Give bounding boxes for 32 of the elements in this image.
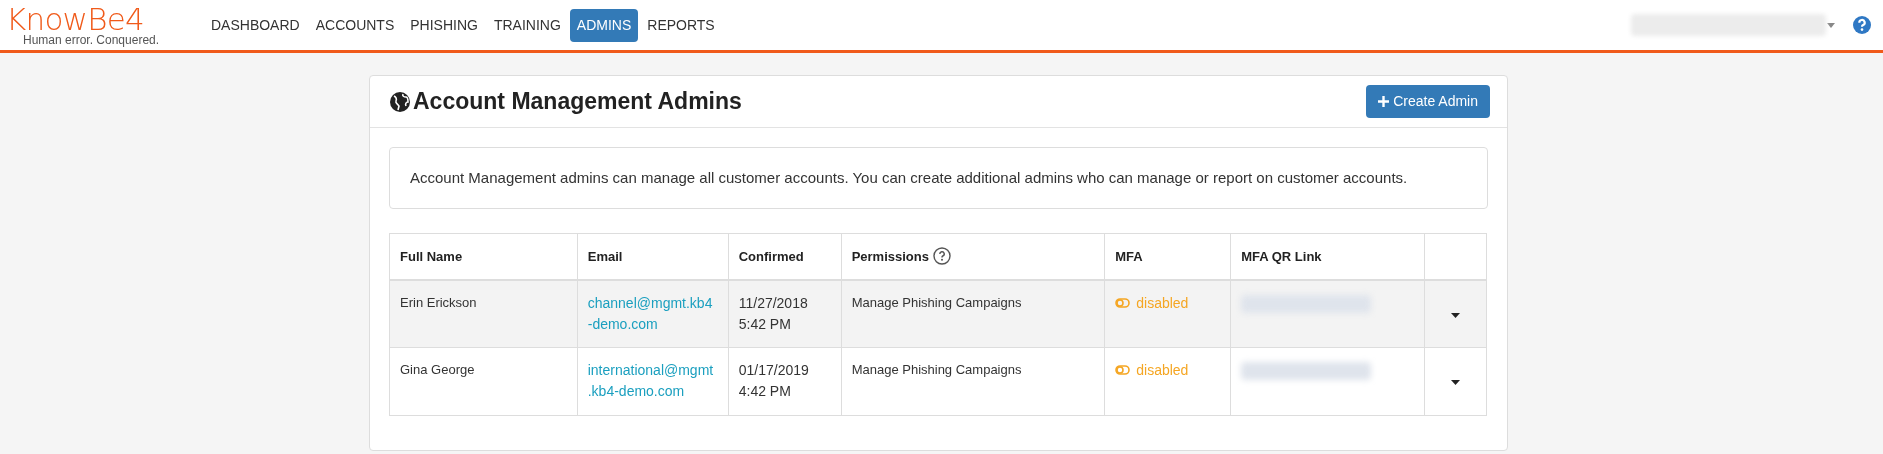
help-icon[interactable] <box>1853 16 1871 34</box>
nav-tab[interactable]: REPORTS <box>640 8 722 42</box>
page-title: Account Management Admins <box>413 87 742 117</box>
logo-wordmark: KnowBe4 <box>6 4 144 34</box>
admin-name: Gina George <box>400 361 476 379</box>
permissions-text: Manage Phishing Campaigns <box>851 293 1023 312</box>
nav-tab[interactable]: PHISHING <box>403 8 485 42</box>
column-header: Full Name <box>400 248 463 264</box>
permissions-text: Manage Phishing Campaigns <box>851 361 1023 379</box>
help-icon[interactable] <box>932 246 951 265</box>
confirmed-datetime: 11/27/2018 5:42 PM <box>738 293 809 334</box>
info-text: Account Management admins can manage all customer accounts. You can create additional admins who can manage or report on customer accounts. <box>410 168 1409 188</box>
column-header: MFA <box>1115 248 1143 264</box>
admin-name: Erin Erickson <box>400 293 478 312</box>
column-header: Email <box>587 248 623 264</box>
caret-icon[interactable] <box>1451 312 1461 318</box>
globe-icon <box>389 90 411 113</box>
caret-icon[interactable] <box>1451 380 1461 386</box>
column-header: MFA QR Link <box>1241 248 1322 264</box>
nav-tab[interactable]: ADMINS <box>569 8 639 42</box>
logo-tagline: Human error. Conquered. <box>23 34 161 46</box>
create-admin-button[interactable]: Create Admin <box>1366 85 1490 118</box>
nav-tab[interactable]: DASHBOARD <box>204 8 307 42</box>
column-header: Permissions <box>851 248 929 264</box>
plus-icon <box>1378 96 1390 107</box>
caret-icon <box>1827 22 1835 28</box>
nav-tab[interactable]: TRAINING <box>486 8 568 42</box>
mfa-status: disabled <box>1136 361 1189 380</box>
column-header: Confirmed <box>738 248 804 264</box>
nav-tab[interactable]: ACCOUNTS <box>308 8 402 42</box>
confirmed-datetime: 01/17/2019 4:42 PM <box>738 361 810 401</box>
mfa-status: disabled <box>1136 293 1189 313</box>
